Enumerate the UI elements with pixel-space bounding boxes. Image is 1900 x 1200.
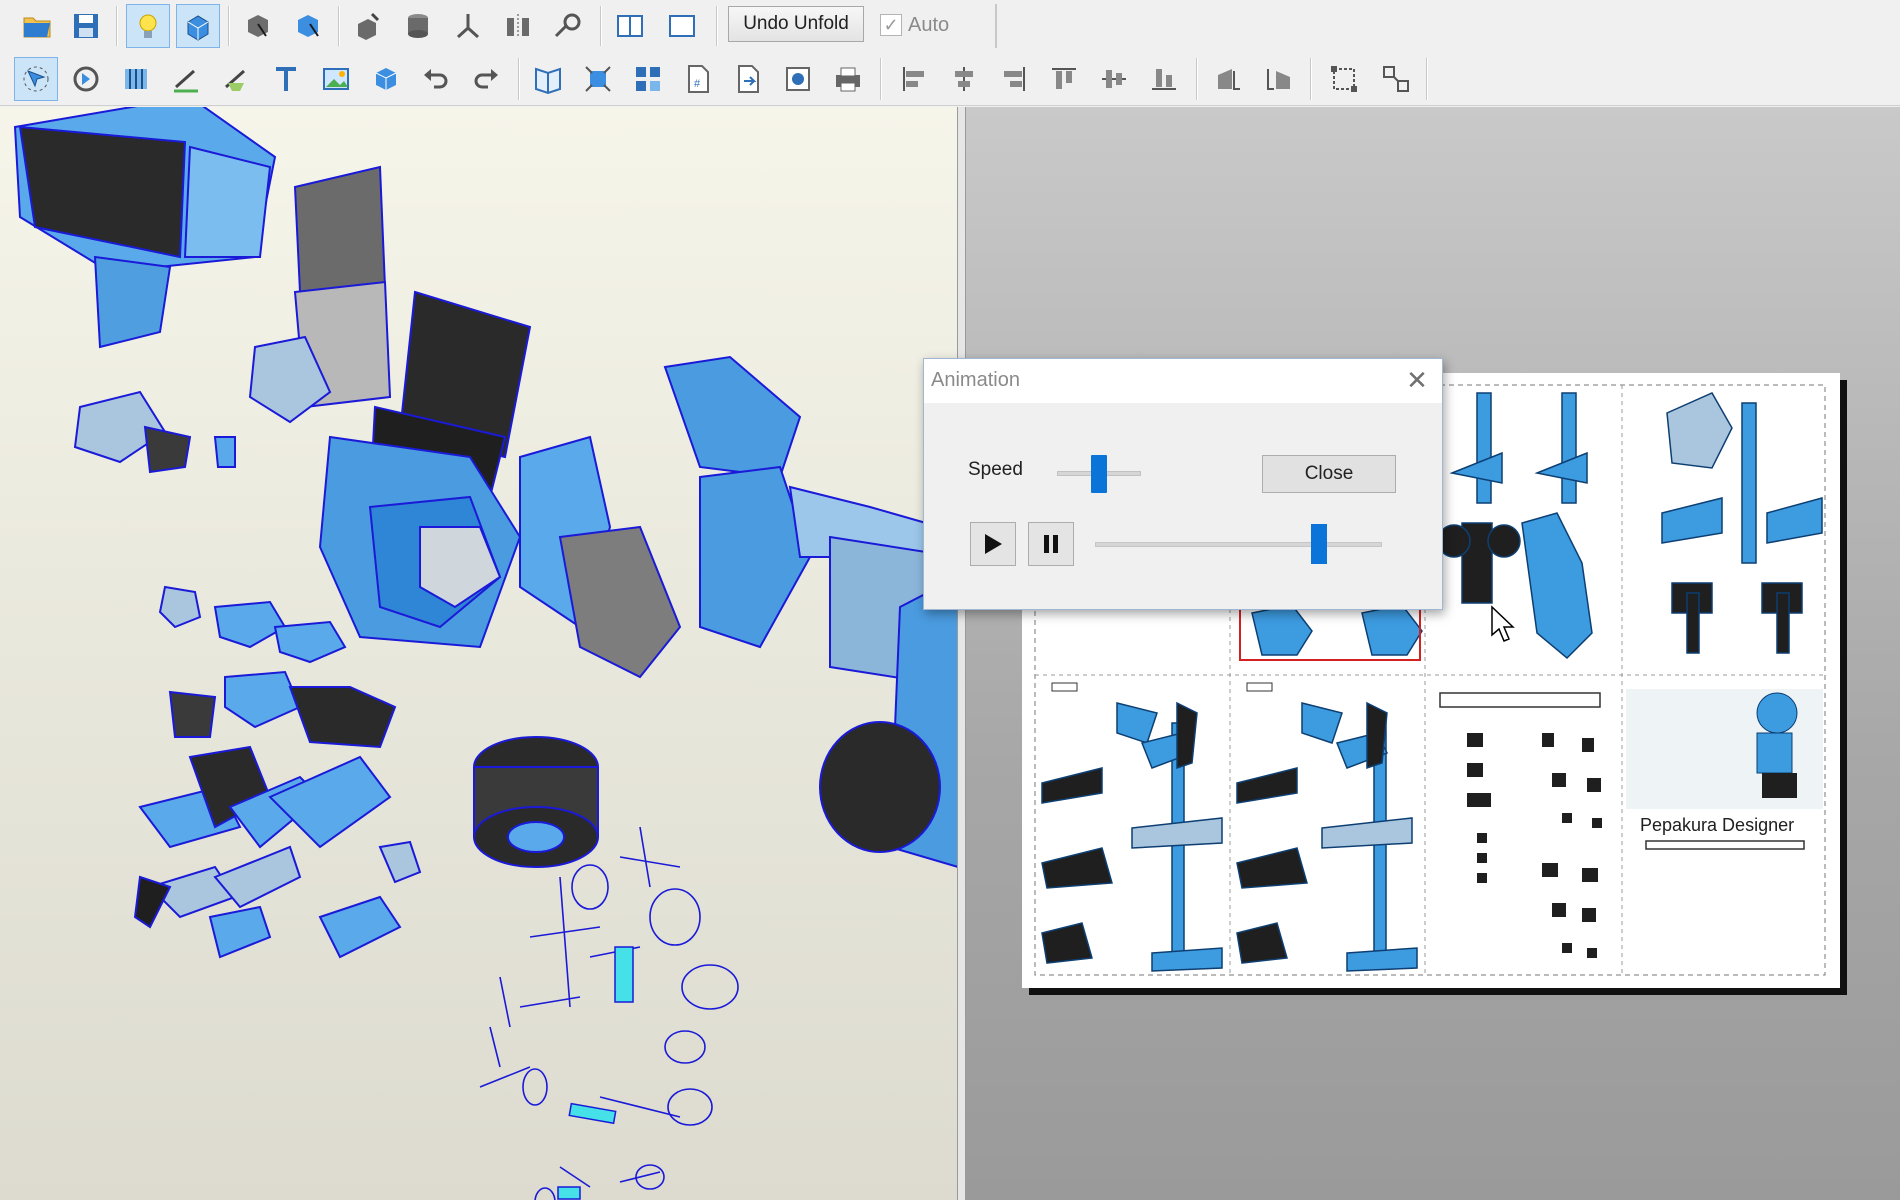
fit-icon[interactable] [576, 57, 620, 101]
image-tool-icon[interactable] [314, 57, 358, 101]
dialog-titlebar[interactable]: Animation ✕ [924, 359, 1442, 403]
align-center-icon[interactable] [942, 57, 986, 101]
svg-text:#: # [694, 78, 701, 90]
axes-icon[interactable] [446, 4, 490, 48]
line-tool-icon[interactable] [164, 57, 208, 101]
rotate-part-icon[interactable] [64, 57, 108, 101]
auto-checkbox[interactable]: ✓ Auto [880, 10, 949, 40]
edit-toolbar: # [0, 52, 1900, 106]
speed-slider-thumb[interactable] [1091, 455, 1107, 493]
speed-label: Speed [968, 459, 1023, 480]
check-icon[interactable]: ✓ [880, 14, 902, 36]
select-parts-icon[interactable] [286, 4, 330, 48]
auto-label: Auto [908, 13, 950, 36]
3d-view-icon[interactable] [176, 4, 220, 48]
align-left-icon[interactable] [892, 57, 936, 101]
unfold-book-icon[interactable] [526, 57, 570, 101]
pause-icon [1044, 535, 1058, 553]
3d-model-view[interactable] [0, 107, 958, 1200]
link-icon[interactable] [546, 4, 590, 48]
grid-layout-icon[interactable] [626, 57, 670, 101]
join-edges-icon[interactable] [114, 57, 158, 101]
mouse-pointer-icon [1490, 605, 1516, 650]
animation-progress-slider[interactable] [1095, 542, 1382, 547]
split-view-icon[interactable] [608, 4, 652, 48]
align-right-icon[interactable] [992, 57, 1036, 101]
select-faces-icon[interactable] [236, 4, 280, 48]
redo-icon[interactable] [464, 57, 508, 101]
undo-icon[interactable] [414, 57, 458, 101]
3d-model-render [13, 107, 957, 1200]
group-icon[interactable] [1322, 57, 1366, 101]
camera-icon[interactable] [776, 57, 820, 101]
view-splitter[interactable] [958, 107, 966, 1200]
next-page-icon[interactable] [726, 57, 770, 101]
ungroup-icon[interactable] [1374, 57, 1418, 101]
text-tool-icon[interactable] [264, 57, 308, 101]
cylinder-icon[interactable] [396, 4, 440, 48]
pause-button[interactable] [1028, 522, 1074, 566]
animation-progress-thumb[interactable] [1311, 524, 1327, 564]
watermark-label: Pepakura Designer [1640, 815, 1795, 835]
open-folder-icon[interactable] [15, 4, 59, 48]
align-bottom-icon[interactable] [1142, 57, 1186, 101]
top-toolbar: Undo Unfold ✓ Auto [0, 0, 1900, 52]
align-middle-icon[interactable] [1092, 57, 1136, 101]
box-icon[interactable] [364, 57, 408, 101]
play-icon [985, 534, 1002, 554]
animation-dialog: Animation ✕ Speed Close [923, 358, 1443, 610]
dialog-title: Animation [931, 369, 1020, 391]
page-number-icon[interactable]: # [676, 57, 720, 101]
close-icon[interactable]: ✕ [1402, 365, 1432, 395]
single-view-icon[interactable] [660, 4, 704, 48]
flap-tool-icon[interactable] [214, 57, 258, 101]
move-part-icon[interactable] [14, 57, 58, 101]
2d-pattern-view[interactable]: Pepakura Designer [966, 107, 1900, 1200]
play-button[interactable] [970, 522, 1016, 566]
align-top-icon[interactable] [1042, 57, 1086, 101]
undo-unfold-button[interactable]: Undo Unfold [728, 6, 864, 42]
light-bulb-icon[interactable] [126, 4, 170, 48]
mirror-icon[interactable] [496, 4, 540, 48]
print-icon[interactable] [826, 57, 870, 101]
paint-icon[interactable] [346, 4, 390, 48]
save-icon[interactable] [64, 4, 108, 48]
flip-h-icon[interactable] [1206, 57, 1250, 101]
close-button[interactable]: Close [1262, 455, 1396, 493]
flip-v-icon[interactable] [1256, 57, 1300, 101]
